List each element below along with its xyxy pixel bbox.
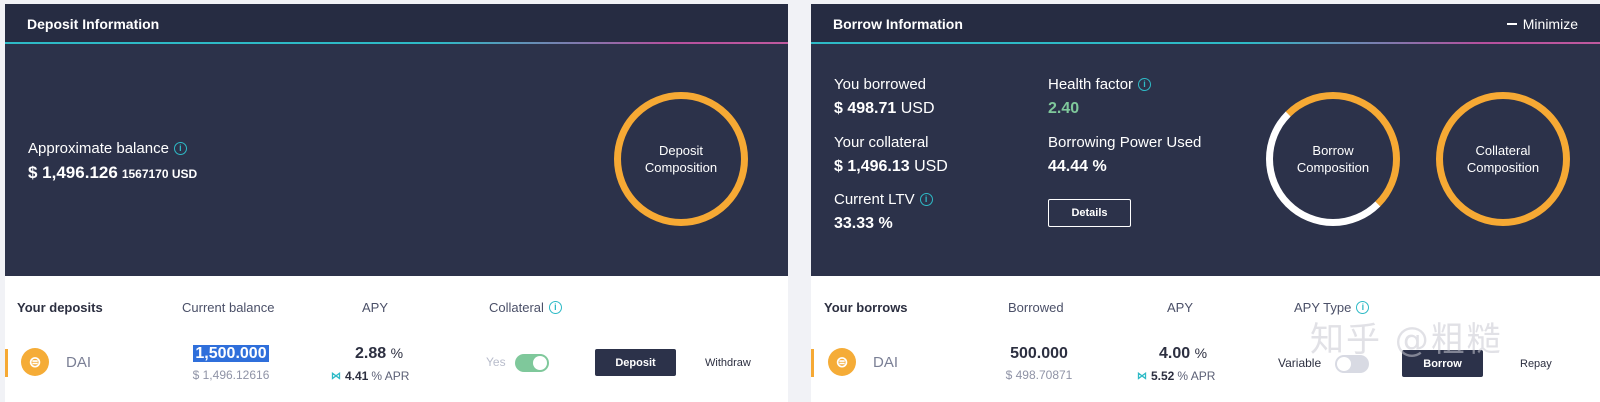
deposit-apr-value: 4.41 (345, 369, 369, 383)
collateral-composition-label: Collateral Composition (1466, 143, 1540, 175)
header-apy: APY (1167, 300, 1194, 315)
borrow-asset-name: DAI (873, 354, 899, 371)
you-borrowed-label: You borrowed (834, 76, 927, 93)
borrow-apy: 4.00 % (1148, 345, 1218, 363)
withdraw-button[interactable]: Withdraw (705, 357, 751, 369)
header-apy: APY (362, 300, 389, 315)
collateral-toggle[interactable] (515, 354, 549, 372)
borrow-apy-value: 4.00 (1158, 345, 1191, 362)
deposit-balance-usd: $ 1,496.12616 (192, 368, 270, 382)
approximate-balance-value-small: 1567170 USD (121, 167, 198, 181)
deposit-balance: 1,500.000 (186, 345, 276, 363)
collateral-composition-chart[interactable]: Collateral Composition (1436, 92, 1570, 226)
collateral-toggle-label: Yes (486, 355, 506, 369)
watermark: 知乎 @粗糙 (1310, 320, 1503, 360)
row-accent-bar (5, 349, 8, 377)
header-current-balance: Current balance (182, 300, 275, 315)
apr-icon: ⋈ (1137, 370, 1147, 382)
approximate-balance-value: $ 1,496.126 (28, 163, 118, 182)
borrow-composition-label: Borrow Composition (1296, 143, 1370, 175)
deposit-button[interactable]: Deposit (595, 349, 676, 376)
current-ltv-value: 33.33 % (834, 215, 893, 232)
health-factor-label: Health factor (1048, 76, 1134, 93)
dai-coin-icon: ⊜ (21, 348, 49, 376)
approximate-balance: Approximate balance i $ 1,496.126 1567170… (28, 140, 197, 183)
borrow-panel-title: Borrow Information (833, 16, 963, 32)
minimize-label: Minimize (1522, 16, 1578, 32)
deposit-asset-name: DAI (66, 354, 92, 371)
deposits-table (5, 276, 788, 402)
deposit-balance-value: 1,500.000 (193, 345, 269, 362)
dai-coin-icon: ⊜ (828, 348, 856, 376)
deposit-composition-chart[interactable]: Deposit Composition (614, 92, 748, 226)
apr-icon: ⋈ (331, 370, 341, 382)
minimize-button[interactable]: Minimize (1506, 16, 1578, 32)
health-factor-stat: Health factor i 2.40 (1048, 76, 1152, 118)
borrowing-power-value: 44.44 % (1048, 158, 1107, 175)
borrow-panel-header: Borrow Information Minimize (811, 4, 1600, 44)
current-ltv-label: Current LTV (834, 191, 915, 208)
you-borrowed-unit: USD (900, 100, 935, 117)
borrowing-power-stat: Borrowing Power Used 44.44 % (1048, 134, 1201, 176)
minus-icon (1506, 23, 1517, 25)
health-factor-value: 2.40 (1048, 100, 1080, 117)
info-icon[interactable]: i (1138, 78, 1152, 91)
deposit-apy-value: 2.88 (354, 345, 387, 362)
borrow-apr-unit: % APR (1177, 369, 1216, 383)
header-collateral: Collateral i (489, 300, 562, 315)
borrow-apy-unit: % (1194, 345, 1208, 361)
repay-button[interactable]: Repay (1520, 358, 1552, 370)
borrowed-amount-usd: $ 498.70871 (1005, 368, 1073, 382)
borrowed-amount: 500.000 (1010, 345, 1068, 362)
borrow-apr: ⋈ 5.52% APR (1137, 369, 1215, 383)
your-collateral-label: Your collateral (834, 134, 929, 151)
deposit-information-panel: Deposit Information Approximate balance … (5, 4, 788, 276)
you-borrowed-stat: You borrowed $ 498.71 USD (834, 76, 935, 118)
deposit-panel-title: Deposit Information (27, 16, 160, 32)
deposit-panel-header: Deposit Information (5, 4, 788, 44)
header-borrowed: Borrowed (1008, 300, 1064, 315)
deposit-apy-unit: % (390, 345, 404, 361)
borrowing-power-label: Borrowing Power Used (1048, 134, 1202, 151)
deposit-apr: ⋈ 4.41% APR (331, 369, 409, 383)
info-icon[interactable]: i (173, 142, 187, 155)
info-icon[interactable]: i (548, 301, 562, 314)
deposit-apr-unit: % APR (371, 369, 410, 383)
borrow-apr-value: 5.52 (1151, 369, 1175, 383)
your-collateral-value: $ 1,496.13 (834, 158, 910, 175)
details-button[interactable]: Details (1048, 199, 1131, 227)
you-borrowed-value: $ 498.71 (834, 100, 897, 117)
your-collateral-stat: Your collateral $ 1,496.13 USD (834, 134, 948, 176)
header-your-borrows: Your borrows (824, 300, 908, 315)
header-collateral-label: Collateral (489, 300, 544, 315)
deposit-composition-label: Deposit Composition (644, 143, 718, 175)
row-accent-bar (811, 349, 814, 377)
info-icon[interactable]: i (919, 193, 933, 206)
your-collateral-unit: USD (914, 158, 948, 175)
approximate-balance-label: Approximate balance (28, 140, 169, 157)
header-your-deposits: Your deposits (17, 300, 103, 315)
borrow-composition-chart[interactable]: Borrow Composition (1266, 92, 1400, 226)
deposit-apy: 2.88 % (344, 345, 414, 363)
current-ltv-stat: Current LTV i 33.33 % (834, 191, 933, 233)
